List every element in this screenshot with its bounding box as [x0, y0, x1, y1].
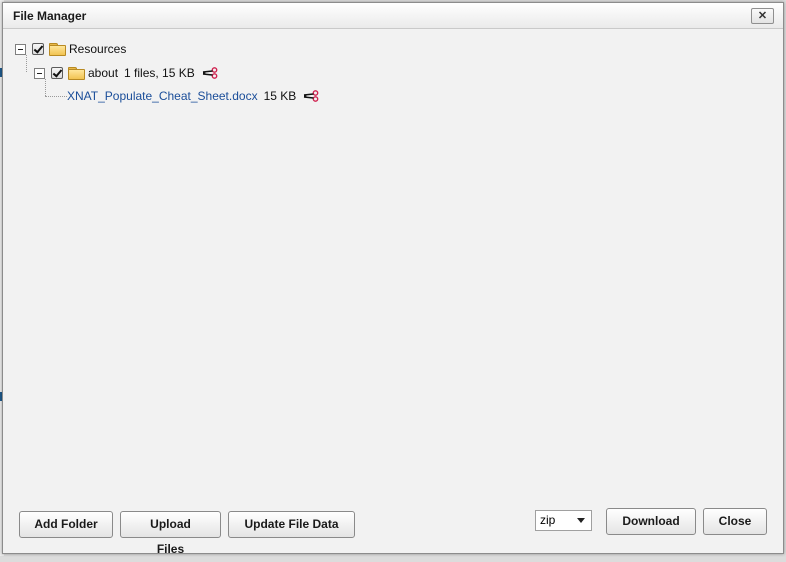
tree-node-label[interactable]: about [88, 66, 118, 80]
collapse-toggle-icon[interactable] [15, 43, 26, 55]
folder-icon [49, 43, 66, 56]
file-size: 15 KB [263, 89, 297, 103]
close-button[interactable]: Close [703, 508, 767, 535]
tree-connector [45, 95, 67, 97]
scissors-icon[interactable] [303, 90, 319, 102]
dialog-titlebar[interactable]: File Manager ✕ [3, 3, 783, 29]
folder-summary: 1 files, 15 KB [124, 66, 195, 80]
tree-node-label[interactable]: Resources [69, 42, 126, 56]
dialog-close-icon[interactable]: ✕ [751, 8, 774, 24]
upload-files-button[interactable]: Upload Files [120, 511, 221, 556]
chevron-down-icon [577, 518, 585, 523]
add-folder-button[interactable]: Add Folder [19, 511, 113, 538]
dialog-title: File Manager [13, 9, 87, 23]
collapse-toggle-icon[interactable] [34, 67, 45, 79]
download-format-select[interactable]: zip [535, 510, 592, 531]
download-format-value: zip [540, 513, 556, 527]
tree-node-resources: Resources [15, 40, 126, 58]
file-manager-dialog: File Manager ✕ Resources about 1 files, … [2, 2, 784, 554]
folder-icon [68, 67, 85, 80]
about-checkbox[interactable] [51, 67, 63, 79]
resources-checkbox[interactable] [32, 43, 44, 55]
tree-node-about: about 1 files, 15 KB [34, 64, 218, 82]
file-tree: Resources about 1 files, 15 KB XNAT_Popu… [3, 29, 783, 493]
tree-node-file: XNAT_Populate_Cheat_Sheet.docx 15 KB [45, 87, 319, 105]
file-link[interactable]: XNAT_Populate_Cheat_Sheet.docx [67, 89, 258, 103]
download-button[interactable]: Download [606, 508, 696, 535]
update-file-data-button[interactable]: Update File Data [228, 511, 355, 538]
scissors-icon[interactable] [202, 67, 218, 79]
